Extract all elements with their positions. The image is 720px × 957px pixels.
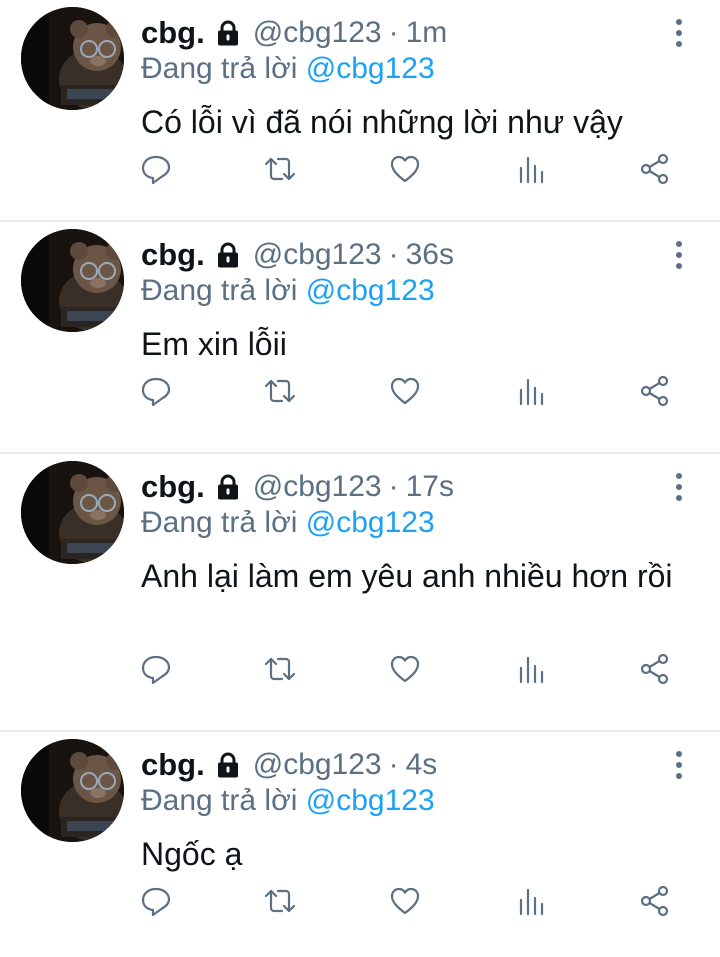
display-name[interactable]: cbg. [141,237,205,273]
share-icon [640,653,669,685]
reply-icon [141,887,171,917]
like-button[interactable] [385,649,425,689]
replying-to-handle[interactable]: @cbg123 [306,506,435,539]
tweet-header: cbg. @cbg123 · 4s [141,744,437,786]
share-button[interactable] [635,149,675,189]
analytics-button[interactable] [511,371,551,411]
share-button[interactable] [635,881,675,921]
tweet[interactable]: cbg. @cbg123 · 36s Đang trả lời @cbg123 [0,222,720,454]
more-vertical-icon[interactable] [672,472,686,502]
heart-icon [390,155,420,183]
retweet-icon [264,657,296,681]
replying-to-label: Đang trả lời [141,784,298,817]
share-icon [640,885,669,917]
tweet-text: Anh lại làm em yêu anh nhiều hơn rồi [141,558,673,594]
replying-to-label: Đang trả lời [141,52,298,85]
user-handle[interactable]: @cbg123 [253,16,382,50]
tweet[interactable]: cbg. @cbg123 · 4s Đang trả lời @cbg123 N… [0,732,720,957]
reply-icon [141,377,171,407]
separator-dot: · [388,470,399,503]
tweet-actions [0,149,720,189]
like-button[interactable] [385,149,425,189]
tweet-feed: cbg. @cbg123 · 1m Đang trả lời @cbg123 C… [0,0,720,957]
lock-icon [213,240,243,270]
tweet-actions [0,881,720,921]
separator-dot: · [388,16,399,49]
analytics-icon [519,378,544,406]
retweet-button[interactable] [260,149,300,189]
analytics-icon [519,656,544,684]
replying-to-handle[interactable]: @cbg123 [306,784,435,817]
avatar[interactable] [21,739,124,842]
analytics-icon [519,888,544,916]
reply-button[interactable] [136,371,176,411]
reply-icon [141,655,171,685]
display-name[interactable]: cbg. [141,469,205,505]
avatar[interactable] [21,229,124,332]
avatar[interactable] [21,461,124,564]
avatar[interactable] [21,7,124,110]
tweet-text: Có lỗi vì đã nói những lời như vậy [141,104,623,140]
reply-button[interactable] [136,649,176,689]
replying-to: Đang trả lời @cbg123 [141,52,435,86]
retweet-button[interactable] [260,881,300,921]
replying-to: Đang trả lời @cbg123 [141,784,435,818]
lock-icon [213,18,243,48]
heart-icon [390,655,420,683]
user-handle[interactable]: @cbg123 [253,748,382,782]
lock-icon [213,750,243,780]
tweet-header: cbg. @cbg123 · 36s [141,234,454,276]
like-button[interactable] [385,881,425,921]
more-vertical-icon[interactable] [672,750,686,780]
more-vertical-icon[interactable] [672,240,686,270]
tweet-text: Em xin lỗii [141,326,287,362]
analytics-button[interactable] [511,649,551,689]
tweet[interactable]: cbg. @cbg123 · 17s Đang trả lời @cbg123 [0,454,720,732]
replying-to-handle[interactable]: @cbg123 [306,52,435,85]
retweet-icon [264,889,296,913]
reply-button[interactable] [136,149,176,189]
user-handle[interactable]: @cbg123 [253,470,382,504]
retweet-icon [264,379,296,403]
analytics-button[interactable] [511,149,551,189]
timestamp[interactable]: 36s [406,238,454,272]
timestamp[interactable]: 4s [406,748,438,782]
tweet[interactable]: cbg. @cbg123 · 1m Đang trả lời @cbg123 C… [0,0,720,222]
tweet-actions [0,649,720,689]
tweet-header: cbg. @cbg123 · 1m [141,12,447,54]
replying-to: Đang trả lời @cbg123 [141,506,435,540]
replying-to-handle[interactable]: @cbg123 [306,274,435,307]
display-name[interactable]: cbg. [141,747,205,783]
retweet-icon [264,157,296,181]
like-button[interactable] [385,371,425,411]
heart-icon [390,377,420,405]
separator-dot: · [388,748,399,781]
timestamp[interactable]: 17s [406,470,454,504]
replying-to-label: Đang trả lời [141,506,298,539]
retweet-button[interactable] [260,371,300,411]
share-button[interactable] [635,649,675,689]
user-handle[interactable]: @cbg123 [253,238,382,272]
share-button[interactable] [635,371,675,411]
timestamp[interactable]: 1m [406,16,448,50]
retweet-button[interactable] [260,649,300,689]
tweet-text: Ngốc ạ [141,836,243,872]
lock-icon [213,472,243,502]
more-vertical-icon[interactable] [672,18,686,48]
reply-button[interactable] [136,881,176,921]
replying-to: Đang trả lời @cbg123 [141,274,435,308]
tweet-header: cbg. @cbg123 · 17s [141,466,454,508]
analytics-icon [519,156,544,184]
heart-icon [390,887,420,915]
reply-icon [141,155,171,185]
share-icon [640,153,669,185]
tweet-actions [0,371,720,411]
separator-dot: · [388,238,399,271]
share-icon [640,375,669,407]
display-name[interactable]: cbg. [141,15,205,51]
analytics-button[interactable] [511,881,551,921]
replying-to-label: Đang trả lời [141,274,298,307]
